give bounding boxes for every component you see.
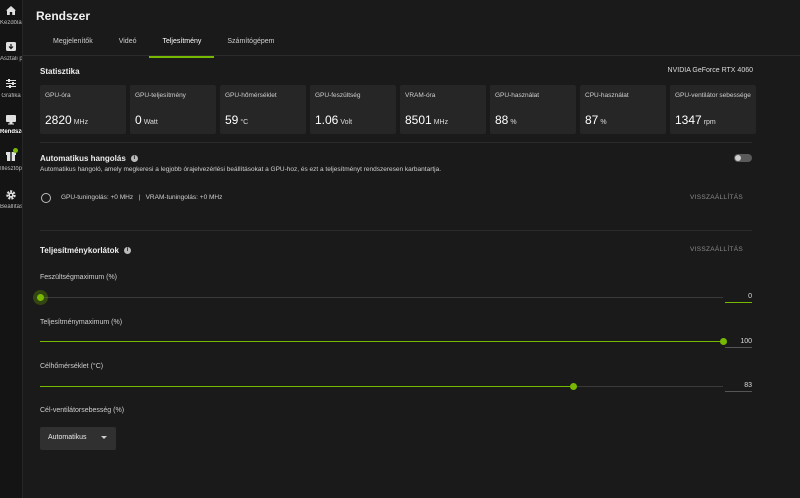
stat-unit: °C xyxy=(240,119,249,126)
stat-label: CPU-használat xyxy=(585,92,629,99)
auto-tuning-title-text: Automatikus hangolás xyxy=(40,154,126,163)
stat-card-gpu-power: GPU-teljesítmény 0 Watt xyxy=(130,85,216,134)
stat-label: GPU-ventilátor sebessége xyxy=(675,92,751,99)
tuning-status: GPU-tuningolás: +0 MHz | VRAM-tuningolás… xyxy=(61,194,223,201)
stat-unit: % xyxy=(600,119,607,126)
sidebar-item-label: Rendszer xyxy=(0,129,22,135)
target-temp-value[interactable]: 83 xyxy=(724,382,752,389)
stat-unit: rpm xyxy=(703,119,716,126)
sidebar-item-label: Illesztőprogramok xyxy=(0,166,22,172)
stat-card-gpu-temp: GPU-hőmérséklet 59 °C xyxy=(220,85,306,134)
stat-value: 88 xyxy=(495,113,509,127)
chevron-down-icon xyxy=(101,436,107,439)
stat-label: GPU-óra xyxy=(45,92,71,99)
info-icon[interactable]: i xyxy=(130,155,138,163)
auto-tuning-description: Automatikus hangoló, amely megkeresi a l… xyxy=(40,166,442,173)
voltage-max-slider[interactable] xyxy=(37,294,723,301)
sidebar-item-system[interactable]: Rendszer xyxy=(0,114,22,135)
slider-fill xyxy=(40,341,723,342)
stat-unit: Watt xyxy=(143,119,158,126)
slider-fill xyxy=(40,386,573,387)
limits-title: Teljesítménykorlátok i xyxy=(40,246,131,255)
download-icon xyxy=(4,41,18,53)
sidebar-item-label: Asztali programok xyxy=(0,56,22,62)
divider xyxy=(40,142,752,143)
stat-card-gpu-clock: GPU-óra 2820 MHz xyxy=(40,85,126,134)
stat-unit: % xyxy=(510,119,517,126)
stat-value: 59 xyxy=(225,113,239,127)
home-icon xyxy=(4,5,18,17)
stat-card-cpu-usage: CPU-használat 87% xyxy=(580,85,666,134)
stat-label: GPU-hőmérséklet xyxy=(225,92,277,99)
sidebar-item-drivers[interactable]: Illesztőprogramok xyxy=(0,148,22,172)
stat-value: 1347 xyxy=(675,113,702,127)
stat-value: 87 xyxy=(585,113,599,127)
auto-tuning-reset-button[interactable]: VISSZAÁLLÍTÁS xyxy=(690,194,743,201)
power-max-value[interactable]: 100 xyxy=(724,338,752,345)
stat-label: GPU-használat xyxy=(495,92,540,99)
stat-cards: GPU-óra 2820 MHz GPU-teljesítmény 0 Watt G… xyxy=(40,85,756,134)
toggle-knob xyxy=(735,155,741,161)
auto-tuning-title: Automatikus hangolás i xyxy=(40,154,138,163)
gear-icon xyxy=(4,189,18,201)
sidebar-item-desktop[interactable]: Asztali programok xyxy=(0,41,22,62)
tabs-divider xyxy=(23,55,800,56)
limits-reset-button[interactable]: VISSZAÁLLÍTÁS xyxy=(690,246,743,253)
sidebar-item-home[interactable]: Kezdőlap xyxy=(0,5,22,26)
stat-unit: MHz xyxy=(73,119,89,126)
sidebar-item-settings[interactable]: Beállítások xyxy=(0,189,22,210)
sliders-icon xyxy=(4,78,18,90)
stat-value: 8501 xyxy=(405,113,432,127)
dropdown-value: Automatikus xyxy=(48,434,87,441)
stat-card-gpu-usage: GPU-használat 88% xyxy=(490,85,576,134)
gpu-name: NVIDIA GeForce RTX 4060 xyxy=(667,67,753,74)
voltage-max-value[interactable]: 0 xyxy=(724,293,752,300)
power-max-label: Teljesítménymaximum (%) xyxy=(40,319,123,326)
stat-value: 1.06 xyxy=(315,113,339,127)
slider-thumb[interactable] xyxy=(37,294,44,301)
gauge-icon xyxy=(41,193,51,203)
slider-thumb[interactable] xyxy=(569,383,577,390)
stat-label: VRAM-óra xyxy=(405,92,436,99)
limits-title-text: Teljesítménykorlátok xyxy=(40,246,119,255)
fan-speed-label: Cél-ventilátorsebesség (%) xyxy=(40,407,125,414)
stat-unit: Volt xyxy=(340,119,353,126)
target-temp-label: Célhőmérséklet (°C) xyxy=(40,363,104,370)
stat-label: GPU-feszültség xyxy=(315,92,361,99)
value-underline xyxy=(725,302,752,303)
target-temp-slider[interactable] xyxy=(40,383,723,390)
divider xyxy=(40,230,752,231)
voltage-max-label: Feszültségmaximum (%) xyxy=(40,274,118,281)
stat-value: 2820 xyxy=(45,113,72,127)
stat-value: 0 xyxy=(135,113,142,127)
value-underline xyxy=(725,391,752,392)
stat-card-vram-clock: VRAM-óra 8501 MHz xyxy=(400,85,486,134)
auto-tuning-toggle[interactable] xyxy=(734,154,752,162)
power-max-slider[interactable] xyxy=(40,338,727,345)
fan-speed-dropdown[interactable]: Automatikus xyxy=(40,427,116,450)
stat-card-gpu-voltage: GPU-feszültség 1.06 Volt xyxy=(310,85,396,134)
sidebar-item-label: Beállítások xyxy=(0,204,22,210)
monitor-icon xyxy=(4,114,18,126)
sidebar-item-label: Grafika xyxy=(1,93,21,99)
tab-video[interactable]: Videó xyxy=(106,34,150,56)
sidebar: Kezdőlap Asztali programok Grafika Rends… xyxy=(0,0,23,498)
update-badge xyxy=(13,148,18,153)
stats-title: Statisztika xyxy=(40,67,80,76)
stat-unit: MHz xyxy=(433,119,449,126)
sidebar-item-label: Kezdőlap xyxy=(0,20,22,26)
tab-bar: Megjelenítők Videó Teljesítmény Számítóg… xyxy=(40,34,287,58)
sidebar-item-graphics[interactable]: Grafika xyxy=(0,78,22,99)
stat-label: GPU-teljesítmény xyxy=(135,92,186,99)
stat-card-fan-speed: GPU-ventilátor sebessége 1347 rpm xyxy=(670,85,756,134)
main-panel: Rendszer Megjelenítők Videó Teljesítmény… xyxy=(23,0,800,498)
value-underline xyxy=(725,347,752,348)
tab-displays[interactable]: Megjelenítők xyxy=(40,34,106,56)
tab-my-computer[interactable]: Számítógépem xyxy=(214,34,287,56)
page-title: Rendszer xyxy=(36,9,91,23)
info-icon[interactable]: i xyxy=(124,247,131,255)
